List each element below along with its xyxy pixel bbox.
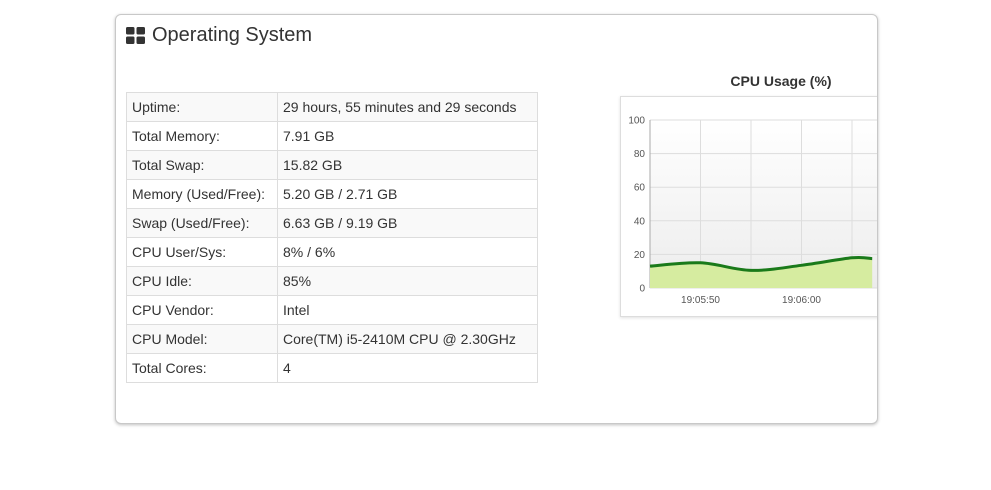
info-value: Intel [277,295,538,325]
y-tick-label: 0 [639,284,645,295]
table-row: CPU Vendor: Intel [126,295,538,325]
info-label: Swap (Used/Free): [126,208,278,238]
table-row: Memory (Used/Free): 5.20 GB / 2.71 GB [126,179,538,209]
cpu-usage-chart-svg: 0 20 40 60 80 100 19:05:50 19:06:00 [628,116,877,306]
info-value: 29 hours, 55 minutes and 29 seconds [277,92,538,122]
info-label: CPU Model: [126,324,278,354]
info-value: 8% / 6% [277,237,538,267]
x-tick-label: 19:06:00 [782,295,821,306]
table-row: Uptime: 29 hours, 55 minutes and 29 secon… [126,92,538,122]
operating-system-panel: Operating System Uptime: 29 hours, 55 min… [115,14,878,424]
table-row: CPU Model: Core(TM) i5-2410M CPU @ 2.30GH… [126,324,538,354]
info-value: 6.63 GB / 9.19 GB [277,208,538,238]
info-label: Total Swap: [126,150,278,180]
x-tick-label: 19:05:50 [681,295,720,306]
table-row: CPU Idle: 85% [126,266,538,296]
info-label: Total Cores: [126,353,278,383]
y-tick-label: 100 [628,116,645,127]
info-value: Core(TM) i5-2410M CPU @ 2.30GHz [277,324,538,354]
info-label: CPU Idle: [126,266,278,296]
table-row: Total Swap: 15.82 GB [126,150,538,180]
info-label: CPU User/Sys: [126,237,278,267]
info-label: CPU Vendor: [126,295,278,325]
info-value: 5.20 GB / 2.71 GB [277,179,538,209]
table-row: CPU User/Sys: 8% / 6% [126,237,538,267]
info-value: 15.82 GB [277,150,538,180]
info-label: Memory (Used/Free): [126,179,278,209]
info-label: Uptime: [126,92,278,122]
info-value: 4 [277,353,538,383]
y-tick-label: 20 [634,250,646,261]
y-tick-label: 80 [634,149,646,160]
table-row: Swap (Used/Free): 6.63 GB / 9.19 GB [126,208,538,238]
info-label: Total Memory: [126,121,278,151]
grid-icon [126,27,145,44]
info-value: 7.91 GB [277,121,538,151]
cpu-usage-chart: 0 20 40 60 80 100 19:05:50 19:06:00 [620,96,877,317]
panel-title: Operating System [152,24,313,46]
info-value: 85% [277,266,538,296]
table-row: Total Cores: 4 [126,353,538,383]
y-tick-label: 40 [634,216,646,227]
system-info-table: Uptime: 29 hours, 55 minutes and 29 secon… [126,92,538,383]
chart-title: CPU Usage (%) [730,73,832,89]
panel-header: Operating System [126,24,312,47]
table-row: Total Memory: 7.91 GB [126,121,538,151]
y-tick-label: 60 [634,183,646,194]
